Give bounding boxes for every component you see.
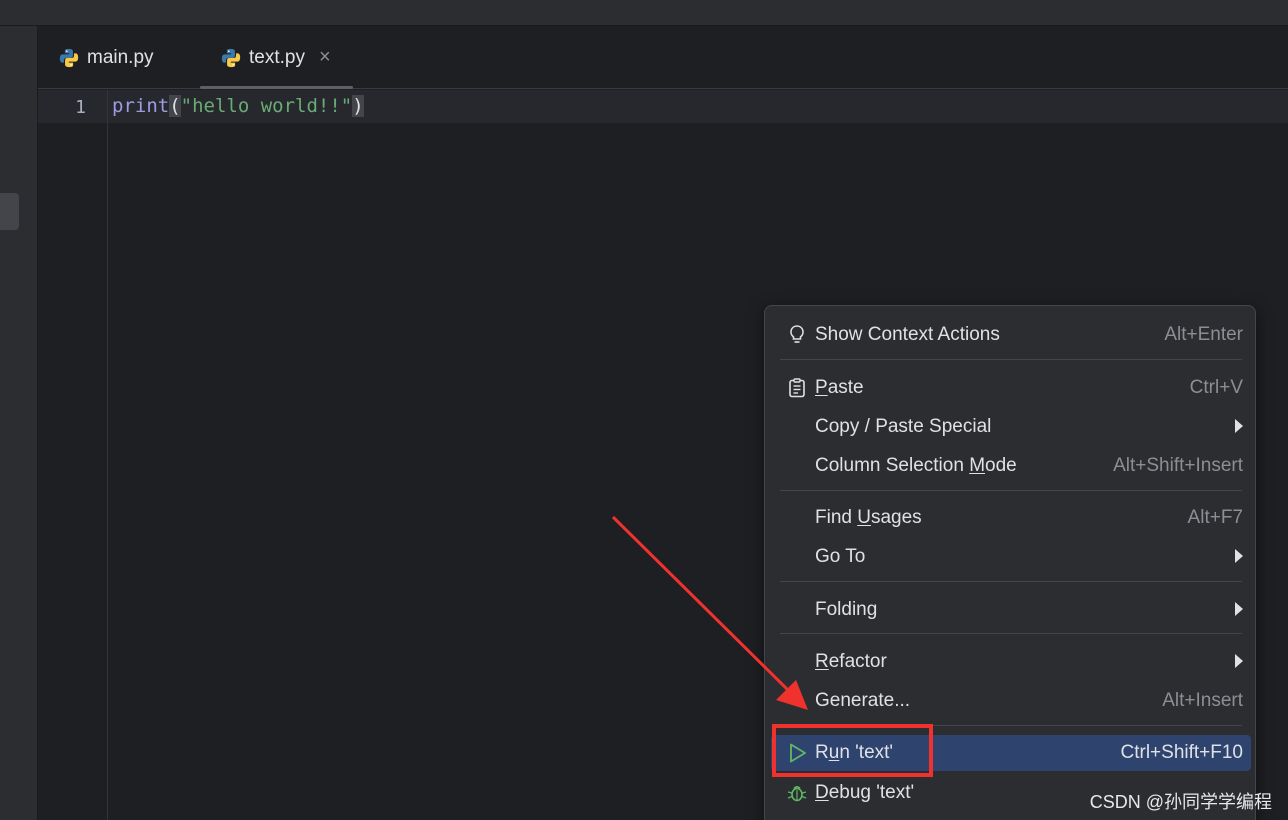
- code-function: print: [112, 95, 170, 117]
- menu-item-label: Generate...: [815, 690, 911, 711]
- menu-item-paste[interactable]: Paste Ctrl+V: [771, 370, 1251, 406]
- menu-item-shortcut: Alt+Enter: [1164, 324, 1243, 345]
- menu-item-shortcut: Alt+F7: [1187, 507, 1243, 528]
- code-line[interactable]: print("hello world!!"): [112, 95, 364, 117]
- menu-item-shortcut: Ctrl+V: [1189, 377, 1243, 398]
- tab-main-py[interactable]: main.py: [58, 26, 154, 89]
- menu-item-label: Show Context Actions: [815, 324, 1000, 345]
- menu-separator: [780, 581, 1242, 582]
- left-tool-strip: [0, 26, 38, 820]
- editor-tab-bar: main.py text.py ×: [38, 26, 1288, 89]
- menu-item-label: Go To: [815, 546, 866, 567]
- submenu-arrow-icon: [1235, 602, 1243, 616]
- lightbulb-icon: [790, 325, 804, 343]
- tab-label: main.py: [87, 46, 154, 68]
- menu-item-find-usages[interactable]: Find Usages Alt+F7: [771, 500, 1251, 536]
- menu-item-label: Find Usages: [815, 507, 922, 528]
- clipboard-icon: [789, 378, 805, 398]
- menu-item-label: Debug 'text': [815, 782, 915, 803]
- submenu-arrow-icon: [1235, 549, 1243, 563]
- tab-label: text.py: [249, 46, 305, 68]
- menu-separator: [780, 490, 1242, 491]
- python-file-icon: [221, 48, 241, 67]
- menu-item-label: Column Selection Mode: [815, 455, 1017, 476]
- debug-bug-icon: [787, 785, 807, 802]
- menu-item-go-to[interactable]: Go To: [771, 539, 1251, 575]
- menu-item-shortcut: Alt+Insert: [1162, 690, 1243, 711]
- menu-item-column-selection-mode[interactable]: Column Selection Mode Alt+Shift+Insert: [771, 448, 1251, 484]
- menu-item-generate[interactable]: Generate... Alt+Insert: [771, 683, 1251, 719]
- menu-item-label: Refactor: [815, 651, 887, 672]
- menu-item-show-context-actions[interactable]: Show Context Actions Alt+Enter: [771, 317, 1251, 353]
- menu-item-label: Paste: [815, 377, 864, 398]
- annotation-highlight-box: [772, 724, 933, 777]
- code-string: "hello world!!": [180, 95, 353, 117]
- menu-item-copy-paste-special[interactable]: Copy / Paste Special: [771, 409, 1251, 445]
- tab-text-py[interactable]: text.py ×: [200, 26, 353, 89]
- submenu-arrow-icon: [1235, 419, 1243, 433]
- menu-separator: [780, 359, 1242, 360]
- watermark: CSDN @孙同学学编程: [1089, 792, 1272, 812]
- menu-item-label: Copy / Paste Special: [815, 416, 992, 437]
- code-paren-close: ): [352, 95, 364, 117]
- gutter-divider: [107, 90, 108, 820]
- menu-item-shortcut: Ctrl+Shift+F10: [1120, 742, 1244, 763]
- submenu-arrow-icon: [1235, 654, 1243, 668]
- tool-window-button[interactable]: [0, 193, 19, 230]
- menu-item-refactor[interactable]: Refactor: [771, 644, 1251, 680]
- title-bar: [0, 0, 1288, 26]
- line-number: 1: [75, 97, 86, 118]
- menu-item-shortcut: Alt+Shift+Insert: [1113, 455, 1243, 476]
- menu-separator: [780, 633, 1242, 634]
- menu-item-label: Folding: [815, 599, 878, 620]
- menu-item-folding[interactable]: Folding: [771, 592, 1251, 628]
- python-file-icon: [59, 48, 79, 67]
- close-icon[interactable]: ×: [319, 46, 331, 69]
- code-paren-open: (: [169, 95, 181, 117]
